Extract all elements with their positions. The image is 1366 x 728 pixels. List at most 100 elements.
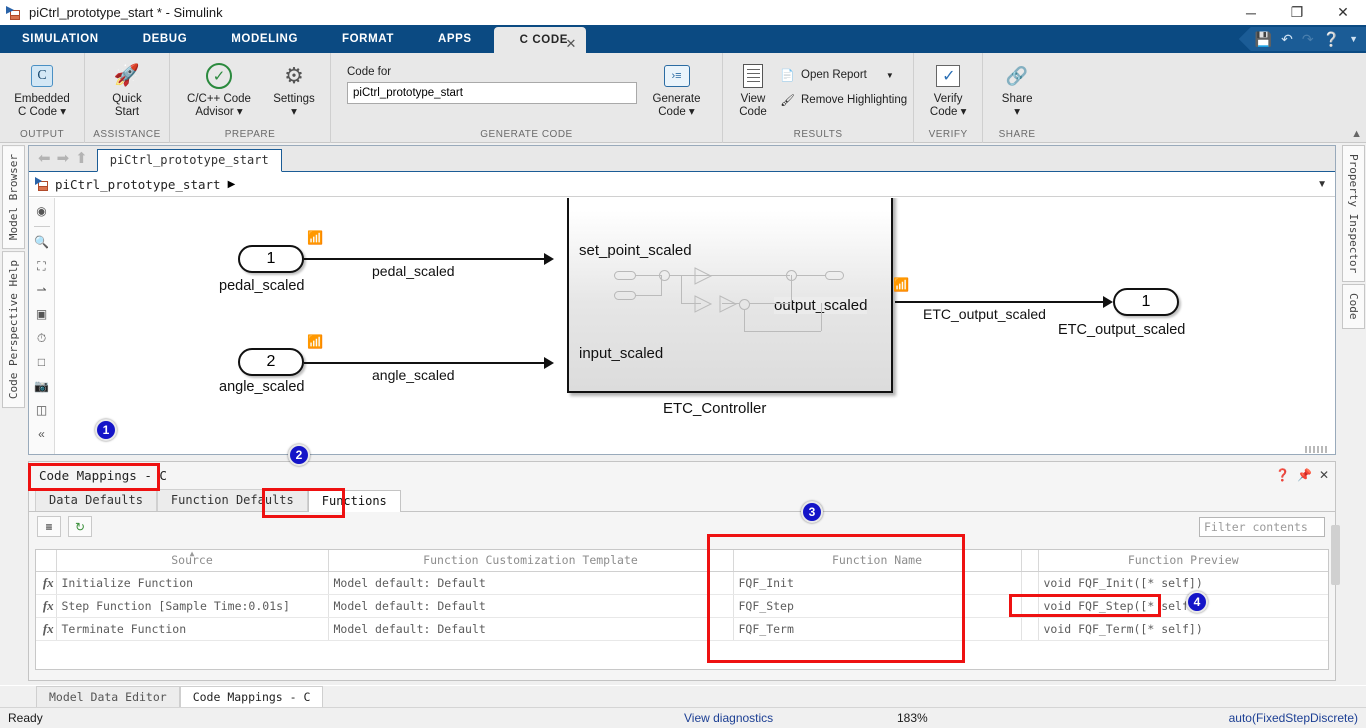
help-icon[interactable]: ❓	[1275, 468, 1290, 482]
zoom-level[interactable]: 183%	[897, 711, 928, 725]
group-label-verify: VERIFY	[928, 129, 968, 140]
close-icon[interactable]: ✕	[1319, 468, 1329, 482]
ribbon-tab-bar: SIMULATION DEBUG MODELING FORMAT APPS C …	[0, 25, 1366, 53]
table-row[interactable]: fx Initialize Function Model default: De…	[36, 571, 1328, 595]
tab-data-defaults[interactable]: Data Defaults	[35, 489, 157, 511]
col-function-customization-template[interactable]: Function Customization Template	[328, 550, 734, 572]
cell-source: Step Function [Sample Time:0.01s]	[56, 594, 329, 618]
code-view-icon[interactable]: ≡	[37, 516, 61, 537]
canvas-surface[interactable]: 1 📶 pedal_scaled pedal_scaled 2 📶 angle_…	[55, 198, 1335, 454]
code-for-input[interactable]	[347, 82, 637, 104]
cell-template[interactable]: Model default: Default	[328, 594, 734, 618]
view-code-button[interactable]: View Code	[729, 58, 777, 119]
back-to-parent-icon[interactable]: ◉	[33, 202, 51, 220]
tab-debug[interactable]: DEBUG	[121, 25, 210, 53]
bottom-tab-model-data-editor[interactable]: Model Data Editor	[36, 686, 180, 707]
group-label-results: RESULTS	[793, 129, 843, 140]
tab-c-code[interactable]: C CODE ✕	[493, 27, 586, 53]
forward-icon[interactable]: ➡	[57, 149, 70, 167]
inport-block-2[interactable]: 2	[238, 348, 304, 376]
c-cpp-code-advisor-button[interactable]: ✓ C/C++ Code Advisor ▾	[176, 58, 262, 119]
zoom-icon[interactable]: 🔍	[33, 233, 51, 251]
annotation-icon[interactable]: ▣	[33, 305, 51, 323]
quick-start-button[interactable]: 🚀 Quick Start	[91, 58, 163, 119]
col-source[interactable]: ▲ Source	[56, 549, 329, 572]
help-icon[interactable]: ❔	[1323, 31, 1340, 48]
fit-to-view-icon[interactable]: ⛶	[33, 257, 51, 275]
sidebar-item-code-perspective-help[interactable]: Code Perspective Help	[2, 251, 25, 409]
model-canvas-panel: ⬅ ➡ ⬆ piCtrl_prototype_start piCtrl_prot…	[28, 145, 1336, 455]
embedded-c-code-button[interactable]: C Embedded C Code ▾	[6, 58, 78, 119]
cell-template[interactable]: Model default: Default	[328, 617, 734, 641]
resize-grip-icon[interactable]	[1305, 446, 1327, 453]
chevron-down-icon[interactable]: ▼	[886, 71, 894, 80]
close-button[interactable]: ✕	[1320, 0, 1366, 25]
cell-function-name[interactable]: FQF_Step	[733, 594, 1022, 618]
remove-highlighting-button[interactable]: 🖌 Remove Highlighting	[779, 89, 907, 111]
generate-code-button[interactable]: ›≡ Generate Code ▾	[649, 58, 704, 119]
chevron-down-icon[interactable]: ▼	[1349, 34, 1358, 44]
pin-icon[interactable]: 📌	[1297, 468, 1312, 482]
callout-badge-3: 3	[801, 501, 823, 523]
bottom-tab-code-mappings[interactable]: Code Mappings - C	[179, 686, 324, 707]
minimize-button[interactable]: ─	[1228, 0, 1274, 25]
sidebar-item-code[interactable]: Code	[1342, 284, 1365, 329]
chevron-down-icon[interactable]: ▼	[1317, 179, 1327, 190]
collapse-icon[interactable]: «	[33, 425, 51, 443]
function-icon: fx	[36, 617, 57, 641]
snapshot-icon[interactable]: 📷	[33, 377, 51, 395]
breadcrumb-label[interactable]: piCtrl_prototype_start	[55, 177, 221, 192]
group-label-prepare: PREPARE	[224, 129, 276, 140]
table-row[interactable]: fx Terminate Function Model default: Def…	[36, 617, 1328, 641]
refresh-icon[interactable]: ↻	[68, 516, 92, 537]
tab-apps[interactable]: APPS	[416, 25, 494, 53]
view-diagnostics-link[interactable]: View diagnostics	[684, 711, 773, 725]
inport-block-1[interactable]: 1	[238, 245, 304, 273]
model-tab[interactable]: piCtrl_prototype_start	[96, 149, 282, 172]
cell-template[interactable]: Model default: Default	[328, 571, 734, 595]
status-bar: Ready View diagnostics 183% auto(FixedSt…	[0, 708, 1366, 728]
cell-function-name[interactable]: FQF_Init	[733, 571, 1022, 595]
solver-info[interactable]: auto(FixedStepDiscrete)	[1229, 711, 1358, 725]
collapse-ribbon-icon[interactable]: ▲	[1351, 128, 1362, 140]
outport-block-1[interactable]: 1	[1113, 288, 1179, 316]
sidebar-item-property-inspector[interactable]: Property Inspector	[1342, 145, 1365, 283]
model-slicer-icon[interactable]: ◫	[33, 401, 51, 419]
open-report-button[interactable]: 📄 Open Report ▼	[779, 64, 907, 86]
maximize-button[interactable]: ❐	[1274, 0, 1320, 25]
verify-code-button[interactable]: ✓ Verify Code ▾	[920, 58, 976, 119]
signal-label-1: pedal_scaled	[372, 263, 455, 279]
col-function-name[interactable]: Function Name	[733, 550, 1022, 572]
subsystem-block-etc-controller[interactable]: set_point_scaled input_scaled output_sca…	[567, 198, 893, 393]
back-icon[interactable]: ⬅	[38, 149, 51, 167]
tab-function-defaults[interactable]: Function Defaults	[156, 489, 308, 511]
redo-icon[interactable]: ↷	[1302, 31, 1314, 48]
rocket-icon: 🚀	[113, 64, 141, 87]
bottom-tab-bar: Model Data Editor Code Mappings - C	[0, 686, 1366, 708]
tab-modeling[interactable]: MODELING	[209, 25, 320, 53]
up-icon[interactable]: ⬆	[75, 149, 88, 167]
signal-routing-icon[interactable]: ⇀	[33, 281, 51, 299]
table-row[interactable]: fx Step Function [Sample Time:0.01s] Mod…	[36, 594, 1328, 618]
tab-format[interactable]: FORMAT	[320, 25, 416, 53]
vertical-scrollbar-thumb[interactable]	[1331, 525, 1340, 585]
share-button[interactable]: 🔗 Share ▾	[989, 58, 1045, 119]
wireless-signal-icon: 📶	[307, 334, 324, 349]
tab-functions[interactable]: Functions	[307, 490, 401, 512]
cell-spacer	[1021, 617, 1039, 641]
code-for-label: Code for	[347, 66, 392, 78]
verify-code-icon: ✓	[933, 61, 963, 91]
cell-function-name[interactable]: FQF_Term	[733, 617, 1022, 641]
settings-button[interactable]: ⚙ Settings ▾	[264, 58, 324, 119]
breadcrumb-arrow-icon[interactable]: ▶	[228, 179, 236, 190]
tab-simulation[interactable]: SIMULATION	[0, 25, 121, 53]
col-function-preview[interactable]: Function Preview	[1038, 550, 1328, 572]
filter-input[interactable]: Filter contents	[1199, 516, 1325, 537]
canvas-horizontal-scrollbar[interactable]	[55, 445, 1335, 454]
scope-icon[interactable]: ⏱	[33, 329, 51, 347]
undo-icon[interactable]: ↶	[1281, 31, 1293, 48]
subsystem-icon[interactable]: □	[33, 353, 51, 371]
sidebar-item-model-browser[interactable]: Model Browser	[2, 145, 25, 250]
save-icon[interactable]: 💾	[1255, 31, 1272, 48]
work-area: Model Browser Code Perspective Help Prop…	[0, 143, 1366, 685]
